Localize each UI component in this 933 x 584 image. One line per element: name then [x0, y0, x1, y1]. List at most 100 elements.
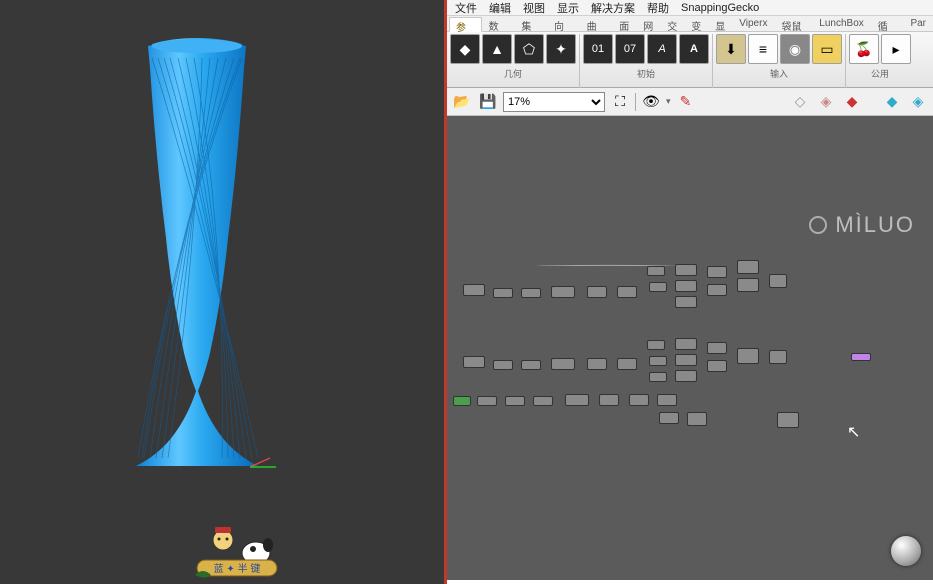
component-download-icon[interactable]: ⬇ — [716, 34, 746, 64]
gh-node[interactable] — [629, 394, 649, 406]
tab-par[interactable]: Par — [903, 16, 933, 31]
gh-node[interactable] — [477, 396, 497, 406]
tab-params[interactable]: 参数 — [449, 17, 482, 32]
status-bar — [447, 580, 933, 584]
gh-node[interactable] — [737, 278, 759, 292]
preview-selected-icon[interactable]: ◆ — [881, 91, 903, 113]
tab-viperx[interactable]: Viperx — [732, 16, 774, 31]
node-wires — [447, 116, 747, 266]
component-panel-icon[interactable]: ▭ — [812, 34, 842, 64]
gh-node[interactable] — [463, 284, 485, 296]
save-button[interactable]: 💾 — [477, 91, 499, 113]
menu-edit[interactable]: 编辑 — [483, 0, 517, 16]
tab-intersect[interactable]: 交 — [660, 16, 684, 31]
component-slider-icon[interactable]: ≡ — [748, 34, 778, 64]
gh-node[interactable] — [707, 266, 727, 278]
component-a1-icon[interactable]: A — [647, 34, 677, 64]
tab-sets[interactable]: 集合 — [514, 16, 547, 31]
component-hex-icon[interactable]: ✦ — [546, 34, 576, 64]
tab-display[interactable]: 显 — [708, 16, 732, 31]
sketch-icon[interactable]: ✎ — [675, 91, 697, 113]
component-point-icon[interactable]: ◆ — [450, 34, 480, 64]
gh-node[interactable] — [493, 360, 513, 370]
gh-node[interactable] — [737, 348, 759, 364]
gh-node[interactable] — [687, 412, 707, 426]
component-cherry-icon[interactable]: 🍒 — [849, 34, 879, 64]
gh-node[interactable] — [533, 396, 553, 406]
component-button-icon[interactable]: ◉ — [780, 34, 810, 64]
gh-node[interactable] — [675, 354, 697, 366]
gh-output-node[interactable] — [851, 353, 871, 361]
preview-wire-icon[interactable]: ◈ — [815, 91, 837, 113]
preview-shaded-icon[interactable]: ◆ — [841, 91, 863, 113]
gh-node[interactable] — [675, 296, 697, 308]
gh-node[interactable] — [463, 356, 485, 368]
zoom-select[interactable]: 17% — [503, 92, 605, 112]
gh-node[interactable] — [675, 370, 697, 382]
gh-canvas[interactable]: MÌLUO — [447, 116, 933, 580]
gh-node[interactable] — [587, 358, 607, 370]
menu-view[interactable]: 视图 — [517, 0, 551, 16]
gh-node[interactable] — [647, 266, 665, 276]
component-shape-icon[interactable]: ▲ — [482, 34, 512, 64]
grasshopper-panel: 文件 编辑 视图 显示 解决方案 帮助 SnappingGecko 参数 数字 … — [447, 0, 933, 584]
watermark-text: MÌLUO — [835, 212, 915, 238]
zoom-extents-icon[interactable]: ⛶ — [609, 91, 631, 113]
gh-node[interactable] — [617, 286, 637, 298]
gh-node[interactable] — [493, 288, 513, 298]
gh-node[interactable] — [675, 338, 697, 350]
gh-node[interactable] — [521, 288, 541, 298]
component-07-icon[interactable]: 07 — [615, 34, 645, 64]
gh-node[interactable] — [617, 358, 637, 370]
tab-surface[interactable]: 面 — [612, 16, 636, 31]
gh-node[interactable] — [647, 340, 665, 350]
gh-node[interactable] — [505, 396, 525, 406]
preview-mesh-icon[interactable]: ◈ — [907, 91, 929, 113]
menu-solution[interactable]: 解决方案 — [585, 0, 641, 16]
gh-node[interactable] — [551, 358, 575, 370]
tab-math[interactable]: 数字 — [482, 16, 515, 31]
component-a2-icon[interactable]: A — [679, 34, 709, 64]
rhino-viewport[interactable]: 蓝 ✦ 半 键 — [0, 0, 444, 584]
gh-node[interactable] — [737, 260, 759, 274]
gh-node[interactable] — [599, 394, 619, 406]
gh-node[interactable] — [675, 264, 697, 276]
gh-node[interactable] — [659, 412, 679, 424]
gh-node[interactable] — [565, 394, 589, 406]
gh-node[interactable] — [707, 284, 727, 296]
watermark-ring-icon — [809, 216, 827, 234]
gh-node[interactable] — [587, 286, 607, 298]
tab-loop[interactable]: 循环 — [871, 16, 904, 31]
tab-kangaroo[interactable]: 袋鼠2 — [774, 16, 812, 31]
gh-node[interactable] — [707, 342, 727, 354]
tab-vector[interactable]: 向量 — [547, 16, 580, 31]
component-more-icon[interactable]: ▸ — [881, 34, 911, 64]
ribbon-label-input: 输入 — [770, 67, 788, 80]
gh-node[interactable] — [769, 274, 787, 288]
gh-node[interactable] — [551, 286, 575, 298]
component-poly-icon[interactable]: ⬠ — [514, 34, 544, 64]
gh-node[interactable] — [453, 396, 471, 406]
preview-off-icon[interactable]: ◇ — [789, 91, 811, 113]
open-button[interactable]: 📂 — [451, 91, 473, 113]
tab-curve[interactable]: 曲线 — [580, 16, 613, 31]
gh-node[interactable] — [649, 372, 667, 382]
gh-node[interactable] — [649, 356, 667, 366]
menu-file[interactable]: 文件 — [449, 0, 483, 16]
menu-help[interactable]: 帮助 — [641, 0, 675, 16]
gh-node[interactable] — [707, 360, 727, 372]
menu-display[interactable]: 显示 — [551, 0, 585, 16]
tab-mesh[interactable]: 网 — [636, 16, 660, 31]
gh-node[interactable] — [777, 412, 799, 428]
tab-transform[interactable]: 变 — [684, 16, 708, 31]
gh-node[interactable] — [649, 282, 667, 292]
canvas-compass[interactable] — [891, 536, 921, 566]
tab-lunchbox[interactable]: LunchBox — [812, 16, 870, 31]
gh-node[interactable] — [657, 394, 677, 406]
component-01-icon[interactable]: 01 — [583, 34, 613, 64]
gh-node[interactable] — [521, 360, 541, 370]
menu-plugin[interactable]: SnappingGecko — [675, 2, 765, 14]
preview-eye-icon[interactable]: 👁 — [640, 91, 662, 113]
gh-node[interactable] — [769, 350, 787, 364]
gh-node[interactable] — [675, 280, 697, 292]
